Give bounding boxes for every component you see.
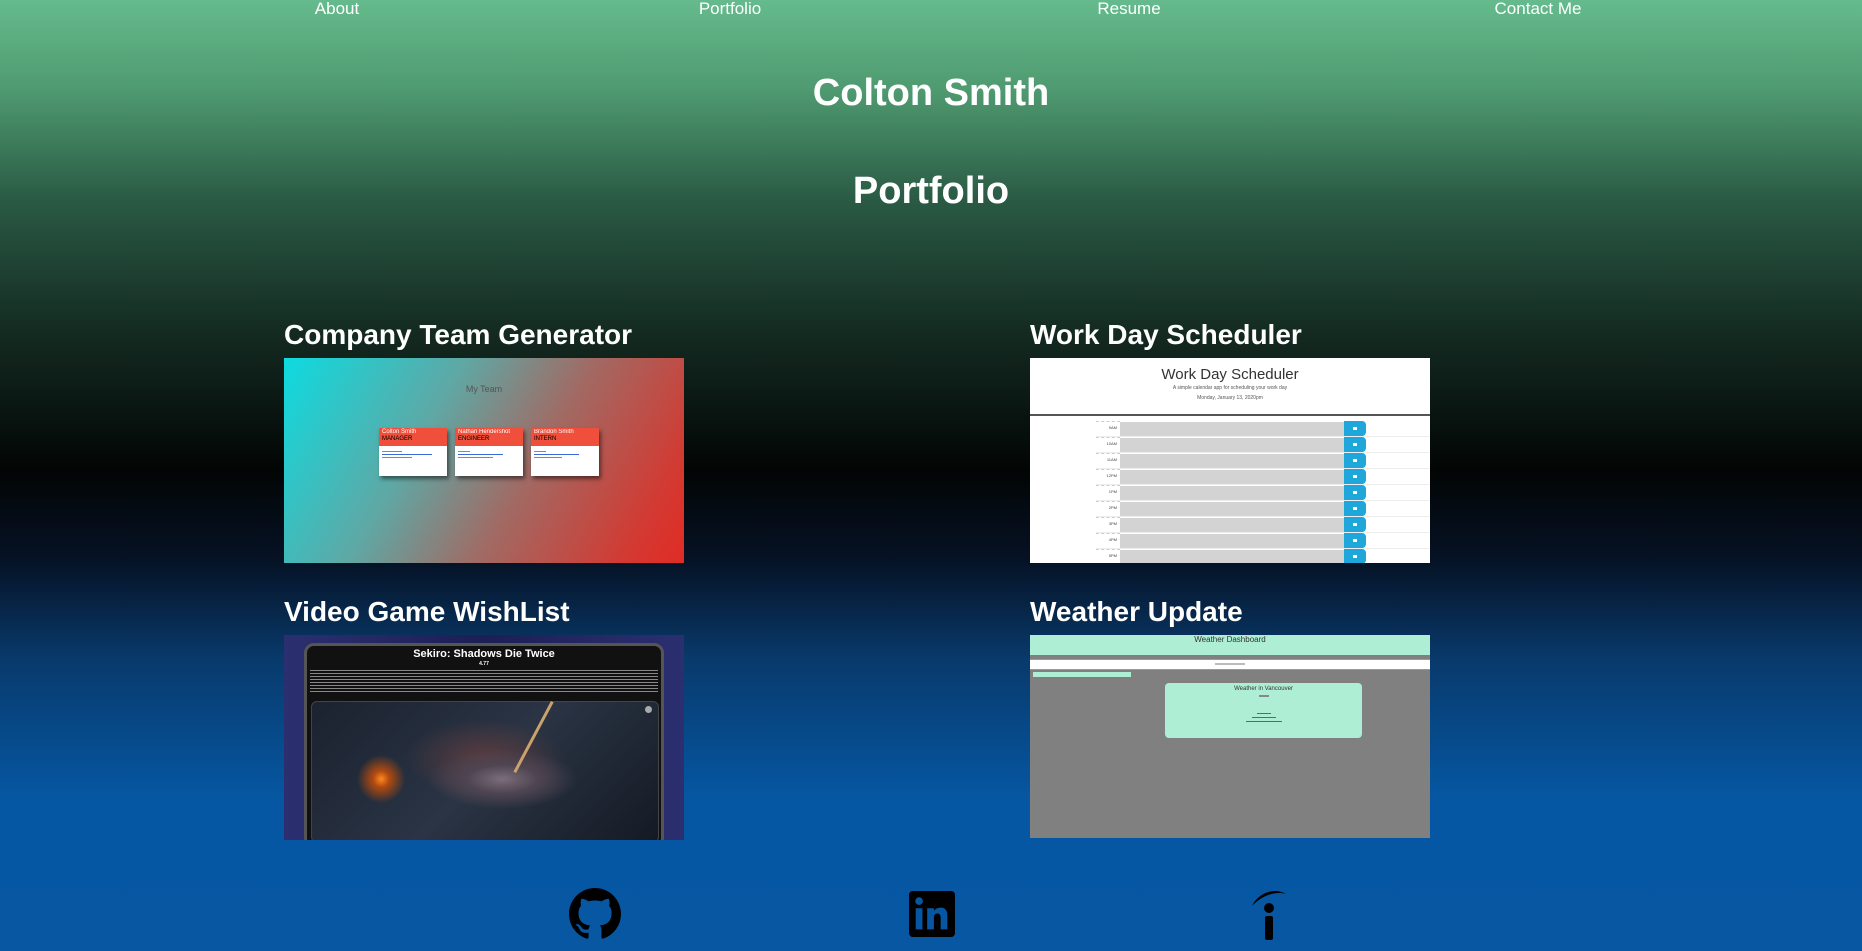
scheduler-hour-label: 9AM bbox=[1096, 421, 1120, 436]
project-screenshot[interactable]: Sekiro: Shadows Die Twice 4.77 bbox=[284, 635, 684, 840]
scheduler-time-block[interactable] bbox=[1120, 469, 1344, 484]
scheduler-save-button[interactable] bbox=[1344, 437, 1366, 452]
preview-heading: Work Day Scheduler bbox=[1161, 366, 1299, 383]
project-title: Company Team Generator bbox=[284, 319, 633, 350]
scheduler-row: 3PM bbox=[1096, 517, 1430, 533]
scheduler-save-button[interactable] bbox=[1344, 485, 1366, 500]
project-screenshot[interactable]: Work Day Scheduler A simple calendar app… bbox=[1030, 358, 1430, 563]
indeed-icon[interactable] bbox=[1242, 888, 1294, 940]
footer bbox=[0, 888, 1862, 948]
team-card-role: ENGINEER bbox=[458, 436, 490, 442]
project-title: Weather Update bbox=[1030, 596, 1243, 627]
team-card-role: MANAGER bbox=[382, 436, 413, 442]
nav-resume-link[interactable]: Resume bbox=[1097, 0, 1160, 17]
scheduler-time-block[interactable] bbox=[1120, 453, 1344, 468]
scheduler-hour-label: 3PM bbox=[1096, 517, 1120, 532]
project-weather-update: Weather Update Weather Dashboard Weather… bbox=[1030, 595, 1430, 838]
save-icon bbox=[1353, 555, 1357, 558]
save-icon bbox=[1353, 523, 1357, 526]
linkedin-icon[interactable] bbox=[906, 888, 958, 940]
scheduler-time-block[interactable] bbox=[1120, 517, 1344, 532]
scheduler-hour-label: 2PM bbox=[1096, 501, 1120, 516]
scheduler-row: 1PM bbox=[1096, 485, 1430, 501]
scheduler-row: 2PM bbox=[1096, 501, 1430, 517]
preview-heading: My Team bbox=[465, 384, 503, 394]
project-screenshot[interactable]: My Team Colton Smith MANAGER Nathan Hend… bbox=[284, 358, 684, 563]
project-work-day-scheduler: Work Day Scheduler Work Day Scheduler A … bbox=[1030, 318, 1430, 563]
scheduler-save-button[interactable] bbox=[1344, 453, 1366, 468]
scheduler-row: 4PM bbox=[1096, 533, 1430, 549]
scheduler-time-block[interactable] bbox=[1120, 485, 1344, 500]
scheduler-rows: 9AM 10AM 11AM 12PM 1PM 2PM 3PM 4PM 5PM bbox=[1096, 421, 1430, 563]
team-card: Brandon Smith INTERN bbox=[531, 428, 599, 476]
scheduler-row: 5PM bbox=[1096, 549, 1430, 563]
preview-heading: Weather Dashboard bbox=[1030, 635, 1430, 655]
project-video-game-wishlist: Video Game WishList Sekiro: Shadows Die … bbox=[284, 595, 684, 840]
team-card-name: Brandon Smith bbox=[534, 429, 574, 435]
scheduler-hour-label: 4PM bbox=[1096, 533, 1120, 548]
preview-rating: 4.77 bbox=[479, 661, 489, 667]
scheduler-row: 11AM bbox=[1096, 453, 1430, 469]
scheduler-time-block[interactable] bbox=[1120, 501, 1344, 516]
save-icon bbox=[1353, 491, 1357, 494]
save-icon bbox=[1353, 459, 1357, 462]
site-title: Colton Smith bbox=[812, 72, 1050, 114]
scheduler-time-block[interactable] bbox=[1120, 533, 1344, 548]
scheduler-save-button[interactable] bbox=[1344, 501, 1366, 516]
project-team-generator: Company Team Generator My Team Colton Sm… bbox=[284, 318, 684, 563]
team-card-name: Nathan Hendershot bbox=[458, 429, 511, 435]
scheduler-hour-label: 12PM bbox=[1096, 469, 1120, 484]
team-card: Nathan Hendershot ENGINEER bbox=[455, 428, 523, 476]
scheduler-save-button[interactable] bbox=[1344, 421, 1366, 436]
scheduler-save-button[interactable] bbox=[1344, 517, 1366, 532]
scheduler-hour-label: 10AM bbox=[1096, 437, 1120, 452]
project-title: Video Game WishList bbox=[284, 596, 570, 627]
scheduler-hour-label: 11AM bbox=[1096, 453, 1120, 468]
scheduler-hour-label: 5PM bbox=[1096, 549, 1120, 563]
preview-subheading: A simple calendar app for scheduling you… bbox=[1172, 385, 1288, 391]
nav-portfolio-link[interactable]: Portfolio bbox=[699, 0, 761, 17]
save-icon bbox=[1353, 475, 1357, 478]
nav-contact-link[interactable]: Contact Me bbox=[1495, 0, 1582, 17]
github-icon[interactable] bbox=[569, 888, 621, 940]
scheduler-time-block[interactable] bbox=[1120, 549, 1344, 563]
save-icon bbox=[1353, 507, 1357, 510]
scheduler-hour-label: 1PM bbox=[1096, 485, 1120, 500]
save-icon bbox=[1353, 427, 1357, 430]
project-title: Work Day Scheduler bbox=[1030, 319, 1302, 350]
scheduler-row: 9AM bbox=[1096, 421, 1430, 437]
game-art-image bbox=[311, 700, 659, 840]
scheduler-time-block[interactable] bbox=[1120, 421, 1344, 436]
scheduler-row: 12PM bbox=[1096, 469, 1430, 485]
top-nav: About Portfolio Resume Contact Me bbox=[0, 0, 1862, 20]
scheduler-time-block[interactable] bbox=[1120, 437, 1344, 452]
preview-heading: Sekiro: Shadows Die Twice bbox=[413, 648, 555, 660]
scheduler-row: 10AM bbox=[1096, 437, 1430, 453]
save-icon bbox=[1353, 443, 1357, 446]
nav-about-link[interactable]: About bbox=[315, 0, 359, 17]
weather-card-title: Weather in Vancouver bbox=[1234, 686, 1293, 692]
save-icon bbox=[1353, 539, 1357, 542]
scheduler-save-button[interactable] bbox=[1344, 533, 1366, 548]
team-card-role: INTERN bbox=[534, 436, 557, 442]
scheduler-save-button[interactable] bbox=[1344, 469, 1366, 484]
team-card-name: Colton Smith bbox=[382, 429, 417, 435]
preview-date: Monday, January 13, 2020pm bbox=[1197, 395, 1263, 401]
section-title: Portfolio bbox=[852, 170, 1010, 212]
project-screenshot[interactable]: Weather Dashboard Weather in Vancouver bbox=[1030, 635, 1430, 838]
team-card: Colton Smith MANAGER bbox=[379, 428, 447, 476]
scheduler-save-button[interactable] bbox=[1344, 549, 1366, 563]
